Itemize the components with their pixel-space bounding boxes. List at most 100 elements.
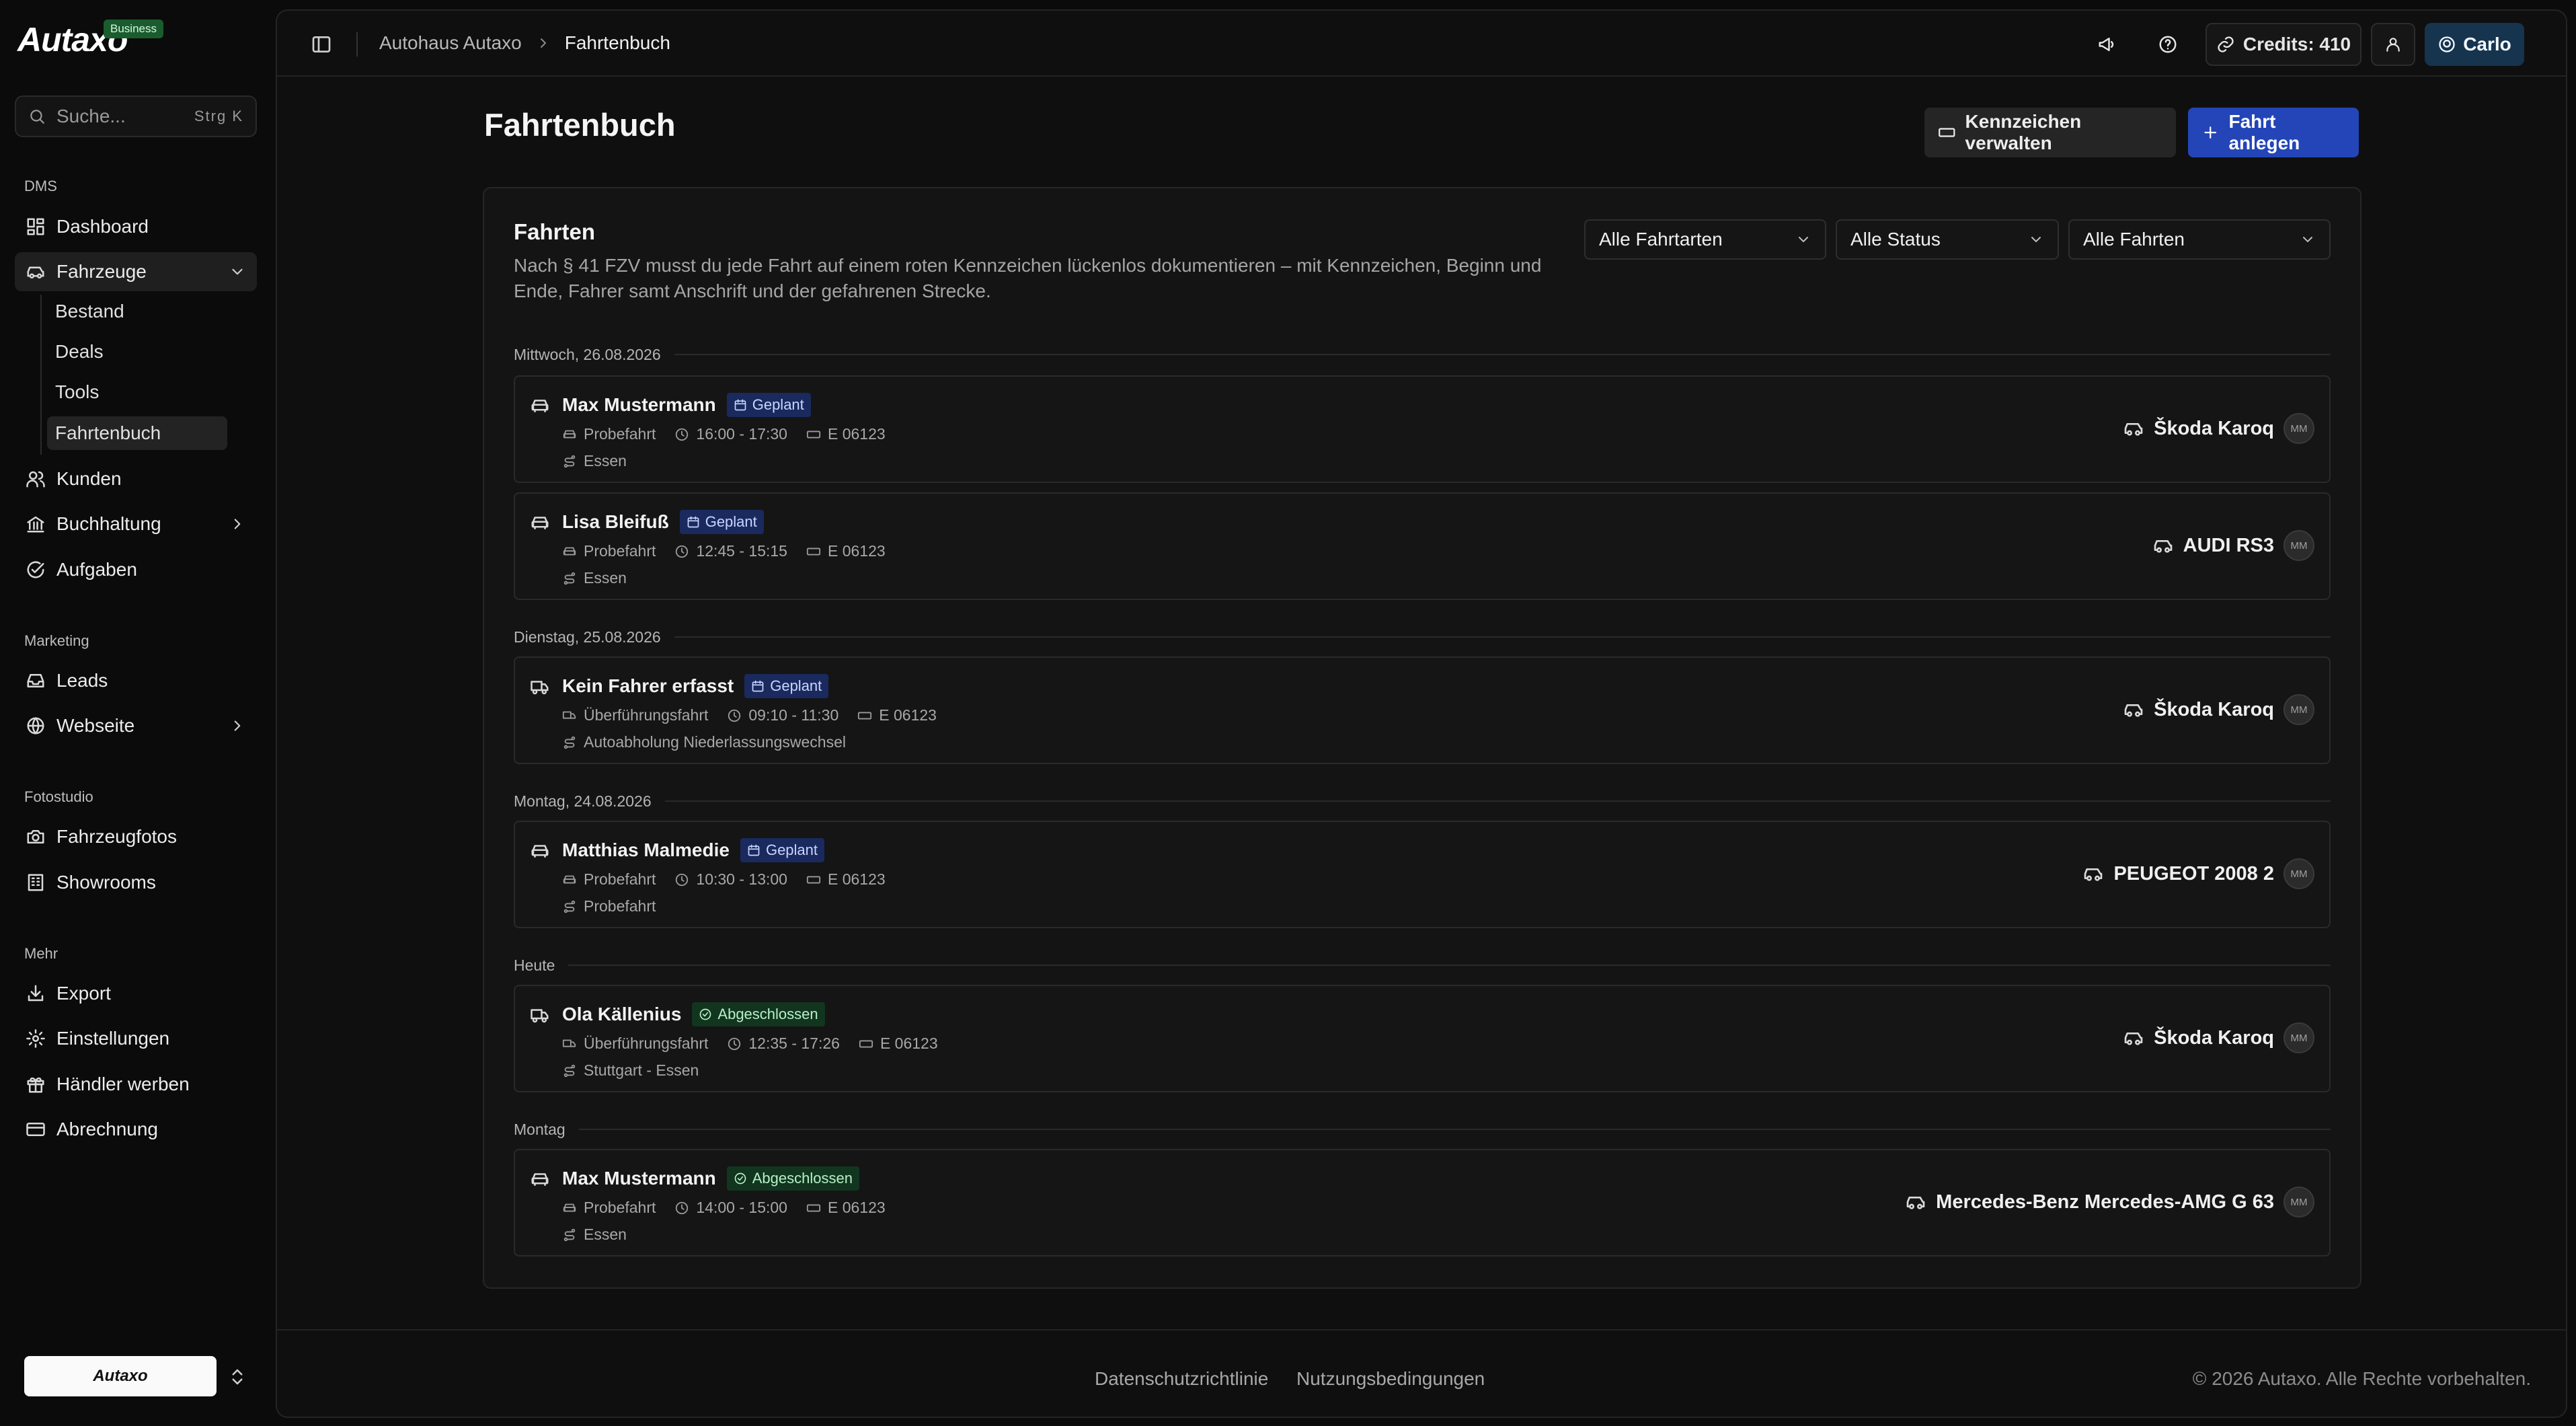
- button-label: Kennzeichen verwalten: [1965, 111, 2082, 153]
- sidebar-item-export[interactable]: Export: [15, 974, 257, 1013]
- dashboard-icon: [26, 217, 46, 237]
- sidebar-item-fahrzeuge[interactable]: Fahrzeuge: [15, 252, 257, 291]
- car-front-icon: [562, 544, 577, 559]
- route-text: Essen: [584, 452, 627, 470]
- sidebar-item-label: Export: [56, 983, 111, 1004]
- sidebar-item-fahrzeugfotos[interactable]: Fahrzeugfotos: [15, 817, 257, 856]
- trip-row[interactable]: Lisa Bleifuß Geplant Probefahrt 12:45 - …: [514, 492, 2331, 600]
- sidebar-item-webseite[interactable]: Webseite: [15, 706, 257, 745]
- breadcrumb-item[interactable]: Autohaus Autaxo: [379, 32, 522, 54]
- car-front-icon: [530, 396, 550, 416]
- announcements-button[interactable]: [2086, 23, 2129, 66]
- car-front-icon: [530, 513, 550, 533]
- divider: [664, 800, 2331, 802]
- license-plate-icon: [857, 708, 872, 723]
- trip-row[interactable]: Kein Fahrer erfasst Geplant Überführungs…: [514, 656, 2331, 764]
- camera-icon: [26, 827, 46, 847]
- workspace-switcher[interactable]: Autaxo: [24, 1356, 217, 1396]
- clock-icon: [727, 1037, 742, 1051]
- status-badge: Abgeschlossen: [726, 1166, 859, 1191]
- user-icon: [2384, 36, 2402, 53]
- sidebar-item-label: Fahrzeuge: [56, 261, 147, 282]
- sidebar-subitem-fahrtenbuch[interactable]: Fahrtenbuch: [47, 416, 227, 450]
- terms-link[interactable]: Nutzungsbedingungen: [1296, 1368, 1485, 1390]
- page-title: Fahrtenbuch: [484, 107, 676, 143]
- status-badge: Abgeschlossen: [692, 1002, 825, 1026]
- sidebar-item-label: Webseite: [56, 715, 135, 736]
- trip-time: 12:35 - 17:26: [748, 1035, 840, 1052]
- driver-name: Max Mustermann: [562, 394, 716, 415]
- sidebar-subitem-bestand[interactable]: Bestand: [47, 295, 227, 328]
- chevron-down-icon: [2300, 231, 2316, 248]
- sidebar-item-buchhaltung[interactable]: Buchhaltung: [15, 504, 257, 543]
- license-plate-icon: [806, 544, 821, 559]
- car-front-icon: [530, 1169, 550, 1189]
- chevron-down-icon: [229, 263, 246, 280]
- sidebar-item-einstellungen[interactable]: Einstellungen: [15, 1019, 257, 1058]
- credits-button[interactable]: Credits: 410: [2206, 23, 2362, 66]
- driver-name: Kein Fahrer erfasst: [562, 675, 734, 696]
- route-icon: [562, 454, 577, 469]
- trip-vehicle: AUDI RS3 MM: [2152, 530, 2314, 561]
- trip-row[interactable]: Max Mustermann Abgeschlossen Probefahrt …: [514, 1149, 2331, 1256]
- sidebar-item-abrechnung[interactable]: Abrechnung: [15, 1110, 257, 1149]
- sidebar-subitem-tools[interactable]: Tools: [47, 375, 227, 409]
- credit-card-icon: [26, 1119, 46, 1139]
- gift-icon: [26, 1074, 46, 1094]
- status-text: Geplant: [705, 513, 757, 530]
- account-button[interactable]: Carlo: [2425, 23, 2524, 66]
- status-badge: Geplant: [726, 393, 811, 417]
- trip-type-select[interactable]: Alle Fahrtarten: [1584, 219, 1826, 260]
- chevron-down-icon: [1795, 231, 1811, 248]
- sidebar-item-haendler-werben[interactable]: Händler werben: [15, 1065, 257, 1104]
- trip-row[interactable]: Max Mustermann Geplant Probefahrt 16:00 …: [514, 375, 2331, 483]
- profile-button[interactable]: [2371, 23, 2415, 66]
- car-icon: [2152, 535, 2174, 556]
- route-icon: [562, 571, 577, 586]
- submenu-line: [40, 295, 42, 455]
- trip-row[interactable]: Matthias Malmedie Geplant Probefahrt 10:…: [514, 821, 2331, 928]
- sidebar-item-showrooms[interactable]: Showrooms: [15, 863, 257, 902]
- trip-type: Überführungsfahrt: [584, 1035, 709, 1052]
- sidebar-item-dashboard[interactable]: Dashboard: [15, 207, 257, 246]
- divider: [356, 32, 358, 57]
- date-group-header: Dienstag, 25.08.2026: [514, 627, 2331, 647]
- sidebar-item-aufgaben[interactable]: Aufgaben: [15, 550, 257, 589]
- license-plate-icon: [806, 872, 821, 887]
- sidebar-item-label: Kunden: [56, 468, 122, 489]
- help-button[interactable]: [2146, 23, 2189, 66]
- status-text: Geplant: [770, 677, 822, 694]
- section-fotostudio: Fotostudio: [24, 788, 93, 805]
- trip-vehicle: Mercedes-Benz Mercedes-AMG G 63 MM: [1905, 1187, 2314, 1217]
- car-icon: [2123, 418, 2144, 439]
- status-select[interactable]: Alle Status: [1836, 219, 2059, 260]
- divider: [674, 354, 2331, 355]
- trip-meta: Probefahrt 14:00 - 15:00 E 06123: [562, 1199, 886, 1217]
- sidebar-item-kunden[interactable]: Kunden: [15, 459, 257, 498]
- status-text: Geplant: [765, 841, 818, 858]
- trips-scope-select[interactable]: Alle Fahrten: [2068, 219, 2331, 260]
- sidebar-item-leads[interactable]: Leads: [15, 661, 257, 700]
- vehicle-name: Škoda Karoq: [2154, 698, 2274, 720]
- sidebar-subitem-deals[interactable]: Deals: [47, 335, 227, 369]
- trip-vehicle: PEUGEOT 2008 2 MM: [2082, 858, 2314, 889]
- divider: [578, 1129, 2331, 1130]
- car-front-icon: [562, 872, 577, 887]
- breadcrumb: Autohaus Autaxo Fahrtenbuch: [379, 32, 670, 54]
- search-input[interactable]: Suche... Strg K: [15, 96, 257, 137]
- status-badge: Geplant: [679, 510, 764, 534]
- manage-plates-button[interactable]: Kennzeichen verwalten: [1924, 108, 2176, 157]
- brand-logo[interactable]: Autaxo Business: [17, 20, 163, 57]
- chevron-right-icon: [229, 717, 246, 735]
- route-text: Essen: [584, 569, 627, 587]
- section-marketing: Marketing: [24, 632, 89, 649]
- privacy-link[interactable]: Datenschutzrichtlinie: [1095, 1368, 1268, 1390]
- trips-card: Fahrten Nach § 41 FZV musst du jede Fahr…: [483, 187, 2362, 1289]
- trip-row[interactable]: Ola Källenius Abgeschlossen Überführungs…: [514, 985, 2331, 1092]
- trip-plate: E 06123: [827, 425, 886, 443]
- chevron-right-icon: [229, 515, 246, 533]
- chevrons-up-down-icon[interactable]: [227, 1365, 247, 1388]
- sidebar-toggle-icon[interactable]: [311, 34, 332, 55]
- new-trip-button[interactable]: Fahrt anlegen: [2188, 108, 2359, 157]
- date-group-header: Montag: [514, 1119, 2331, 1139]
